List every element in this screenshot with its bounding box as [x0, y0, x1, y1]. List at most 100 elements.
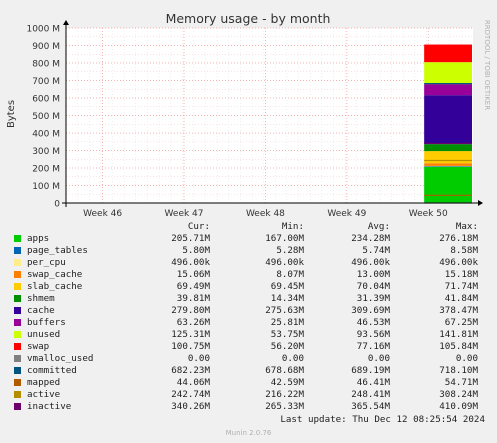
legend-min-value: 216.22M: [265, 389, 304, 400]
col-avg-header: Avg:: [367, 221, 390, 232]
col-min-header: Min:: [281, 221, 304, 232]
legend-series-name: page_tables: [27, 245, 88, 256]
y-axis-arrow-icon: [63, 20, 69, 25]
y-tick-label: 700 M: [32, 77, 60, 87]
y-tick-label: 400 M: [32, 130, 60, 140]
rrdtool-side-label: RRDTOOL / TOBI OETIKER: [483, 20, 491, 110]
legend-series-name: mapped: [27, 377, 61, 388]
legend-series-name: slab_cache: [27, 281, 83, 292]
y-tick-label: 900 M: [32, 42, 60, 52]
legend-max-value: 54.71M: [444, 377, 478, 388]
legend-cur-value: 39.81M: [176, 293, 210, 304]
legend-swatch: [14, 391, 21, 398]
legend-swatch: [14, 259, 21, 266]
legend-max-value: 496.00k: [439, 257, 478, 268]
legend-swatch: [14, 355, 21, 362]
legend-row-shmem: shmem 39.81M 14.34M 31.39M 41.84M: [12, 293, 478, 305]
y-axis-label: Bytes: [6, 100, 17, 128]
legend-series-name: active: [27, 389, 61, 400]
x-tick-label: Week 50: [409, 209, 448, 219]
legend-max-value: 105.84M: [439, 341, 478, 352]
legend-cur-value: 496.00k: [171, 257, 210, 268]
legend-min-value: 275.63M: [265, 305, 304, 316]
legend-avg-value: 31.39M: [356, 293, 390, 304]
legend-max-value: 15.18M: [444, 269, 478, 280]
legend-min-value: 8.07M: [276, 269, 304, 280]
legend-row-unused: unused 125.31M 53.75M 93.56M 141.81M: [12, 329, 478, 341]
legend-avg-value: 365.54M: [351, 401, 390, 412]
legend-avg-value: 234.28M: [351, 233, 390, 244]
legend-cur-value: 0.00: [187, 353, 210, 364]
legend-min-value: 69.45M: [270, 281, 304, 292]
legend-cur-value: 242.74M: [171, 389, 210, 400]
series-layer: [424, 44, 472, 204]
x-tick-label: Week 46: [83, 209, 122, 219]
legend-row-per-cpu: per_cpu 496.00k 496.00k 496.00k 496.00k: [12, 257, 478, 269]
legend-avg-value: 5.74M: [362, 245, 390, 256]
legend-cur-value: 44.06M: [176, 377, 210, 388]
legend-series-name: swap_cache: [27, 269, 83, 280]
last-update: Last update: Thu Dec 12 08:25:54 2024: [280, 414, 485, 425]
legend-max-value: 141.81M: [439, 329, 478, 340]
legend-swatch: [14, 343, 21, 350]
series-cache-area: [424, 95, 472, 145]
legend-row-buffers: buffers 63.26M 25.81M 46.53M 67.25M: [12, 317, 478, 329]
legend-row-inactive: inactive 340.26M 265.33M 365.54M 410.09M: [12, 401, 478, 413]
x-tick-label: Week 49: [327, 209, 366, 219]
legend-max-value: 276.18M: [439, 233, 478, 244]
legend-series-name: apps: [27, 233, 50, 244]
chart-title: Memory usage - by month: [166, 11, 331, 26]
legend-series-name: inactive: [27, 401, 72, 412]
legend-avg-value: 46.53M: [356, 317, 390, 328]
legend-swatch: [14, 283, 21, 290]
legend-series-name: unused: [27, 329, 61, 340]
legend-swatch: [14, 271, 21, 278]
legend-max-value: 378.47M: [439, 305, 478, 316]
legend-max-value: 718.10M: [439, 365, 478, 376]
legend-min-value: 678.68M: [265, 365, 304, 376]
legend-series-name: buffers: [27, 317, 66, 328]
legend-avg-value: 13.00M: [356, 269, 390, 280]
legend-swatch: [14, 319, 21, 326]
y-tick-label: 1000 M: [26, 25, 60, 35]
legend-avg-value: 46.41M: [356, 377, 390, 388]
legend-max-value: 67.25M: [444, 317, 478, 328]
legend-avg-value: 496.00k: [351, 257, 390, 268]
legend-min-value: 56.20M: [270, 341, 304, 352]
legend-series-name: per_cpu: [27, 257, 66, 268]
legend-swatch: [14, 247, 21, 254]
legend-swatch: [14, 379, 21, 386]
legend-swatch: [14, 295, 21, 302]
legend-max-value: 410.09M: [439, 401, 478, 412]
legend-avg-value: 248.41M: [351, 389, 390, 400]
legend-avg-value: 689.19M: [351, 365, 390, 376]
col-max-header: Max:: [455, 221, 478, 232]
series-swap-cache-area: [424, 163, 472, 166]
legend-swatch: [14, 403, 21, 410]
x-tick-label: Week 48: [246, 209, 285, 219]
y-tick-label: 500 M: [32, 112, 60, 122]
y-tick-label: 0: [54, 200, 60, 210]
y-tick-label: 300 M: [32, 147, 60, 157]
legend-min-value: 53.75M: [270, 329, 304, 340]
legend-min-value: 25.81M: [270, 317, 304, 328]
series-swap-area: [424, 44, 472, 63]
legend-swatch: [14, 307, 21, 314]
legend-cur-value: 15.06M: [176, 269, 210, 280]
legend-series-name: cache: [27, 305, 55, 316]
legend-row-vmalloc-used: vmalloc_used 0.00 0.00 0.00 0.00: [12, 353, 478, 365]
legend-avg-value: 309.69M: [351, 305, 390, 316]
legend-cur-value: 69.49M: [176, 281, 210, 292]
y-tick-label: 200 M: [32, 165, 60, 175]
legend-min-value: 496.00k: [265, 257, 304, 268]
y-tick-label: 600 M: [32, 95, 60, 105]
legend-max-value: 71.74M: [444, 281, 478, 292]
legend-cur-value: 205.71M: [171, 233, 210, 244]
legend-max-value: 0.00: [455, 353, 478, 364]
legend-min-value: 265.33M: [265, 401, 304, 412]
legend-min-value: 167.00M: [265, 233, 304, 244]
x-axis-arrow-icon: [478, 200, 483, 206]
legend-min-value: 42.59M: [270, 377, 304, 388]
legend-min-value: 14.34M: [270, 293, 304, 304]
x-tick-label: Week 47: [165, 209, 204, 219]
